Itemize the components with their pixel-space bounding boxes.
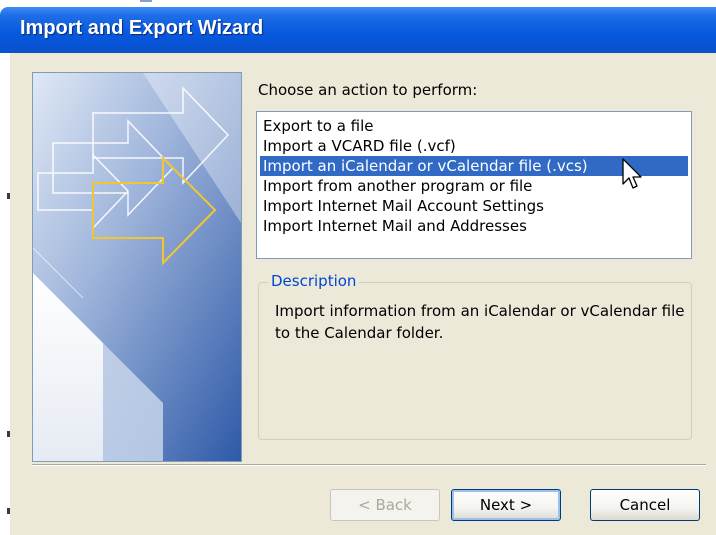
- action-import-mail-addresses[interactable]: Import Internet Mail and Addresses: [260, 216, 688, 236]
- wizard-banner-image: [32, 72, 242, 462]
- description-text: Import information from an iCalendar or …: [275, 302, 685, 342]
- background-edge: [0, 53, 10, 535]
- action-prompt-label: Choose an action to perform:: [258, 81, 478, 99]
- mouse-pointer-icon: [622, 158, 642, 189]
- title-bar[interactable]: Import and Export Wizard: [0, 7, 716, 53]
- button-separator: [32, 464, 706, 466]
- back-button[interactable]: < Back: [330, 489, 440, 521]
- action-export-file[interactable]: Export to a file: [260, 116, 688, 136]
- action-import-mail-account-settings[interactable]: Import Internet Mail Account Settings: [260, 196, 688, 216]
- cancel-button[interactable]: Cancel: [590, 489, 700, 521]
- background-strip: [0, 0, 716, 7]
- description-group-label: Description: [268, 272, 360, 290]
- window-title: Import and Export Wizard: [20, 17, 264, 39]
- import-export-wizard-window: Import and Export Wizard Choose an actio…: [0, 0, 716, 535]
- next-button[interactable]: Next >: [451, 489, 561, 521]
- action-import-vcard[interactable]: Import a VCARD file (.vcf): [260, 136, 688, 156]
